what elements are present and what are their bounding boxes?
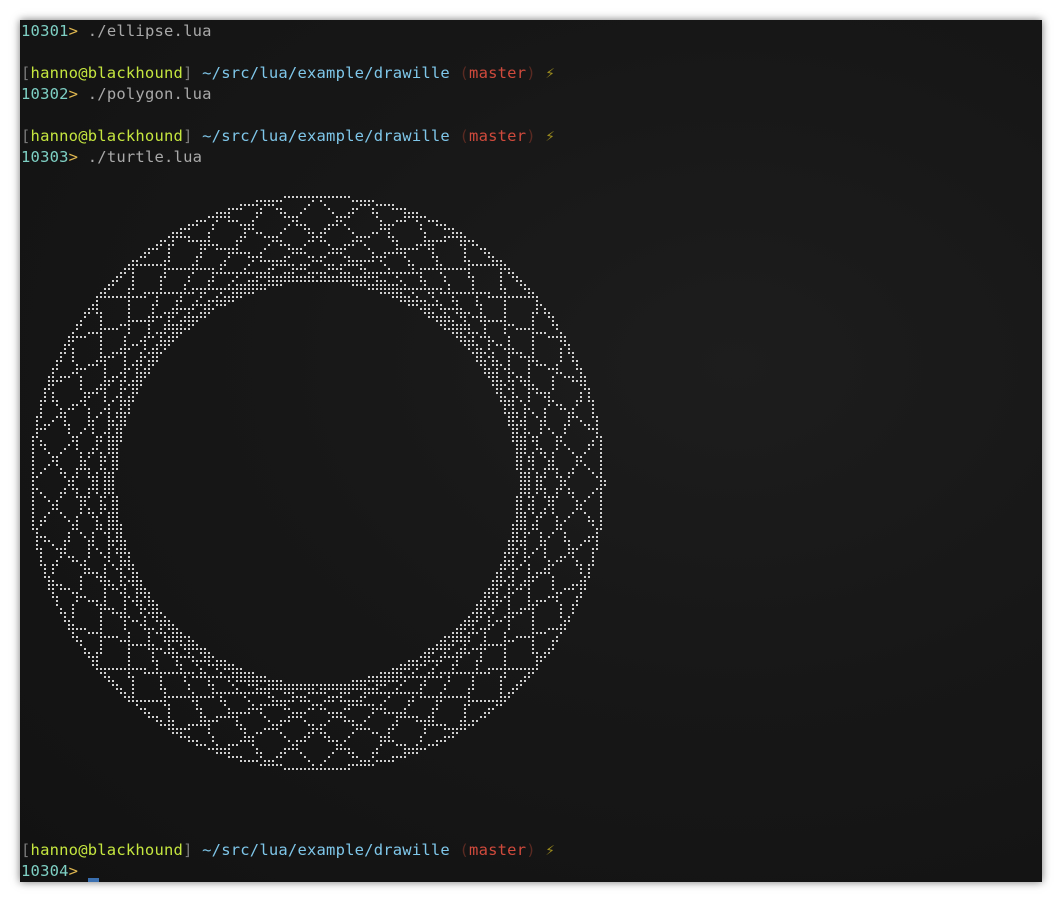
git-branch: master — [469, 841, 527, 859]
git-branch: master — [469, 64, 527, 82]
prompt-caret: > — [68, 22, 79, 40]
user-host: hanno@blackhound — [30, 127, 184, 145]
branch-paren-open: ( — [459, 841, 470, 859]
prompt-line: [hanno@blackhound] ~/src/lua/example/dra… — [21, 63, 555, 83]
working-directory: ~/src/lua/example/drawille — [192, 64, 460, 82]
current-input-line[interactable]: 10304> — [21, 861, 100, 882]
lightning-bolt-icon: ⚡ — [535, 127, 555, 145]
history-line-turtle: 10303> ./turtle.lua — [21, 147, 202, 167]
prompt-caret: > — [68, 862, 79, 880]
working-directory: ~/src/lua/example/drawille — [192, 841, 460, 859]
git-branch: master — [469, 127, 527, 145]
prompt-line: [hanno@blackhound] ~/src/lua/example/dra… — [21, 126, 555, 146]
user-host: hanno@blackhound — [30, 841, 184, 859]
terminal-window[interactable]: 10301> ./ellipse.lua [hanno@blackhound] … — [20, 20, 1042, 882]
history-number: 10301 — [21, 22, 69, 40]
text-cursor — [88, 878, 100, 882]
prompt-bracket-close: ] — [183, 64, 193, 82]
prompt-bracket-close: ] — [183, 127, 193, 145]
user-host: hanno@blackhound — [30, 64, 184, 82]
branch-paren-close: ) — [526, 127, 536, 145]
branch-paren-close: ) — [526, 64, 536, 82]
working-directory: ~/src/lua/example/drawille — [192, 127, 460, 145]
history-number: 10303 — [21, 148, 69, 166]
history-number: 10304 — [21, 862, 69, 880]
command-text: ./turtle.lua — [78, 148, 203, 166]
drawing-dot-path — [32, 196, 606, 770]
lightning-bolt-icon: ⚡ — [535, 841, 555, 859]
history-line-ellipse: 10301> ./ellipse.lua — [21, 21, 212, 41]
drawing-dots — [32, 196, 606, 770]
prompt-caret: > — [68, 85, 79, 103]
history-number: 10302 — [21, 85, 69, 103]
prompt-line: [hanno@blackhound] ~/src/lua/example/dra… — [21, 840, 555, 860]
branch-paren-close: ) — [526, 841, 536, 859]
lightning-bolt-icon: ⚡ — [535, 64, 555, 82]
history-line-polygon: 10302> ./polygon.lua — [21, 84, 212, 104]
branch-paren-open: ( — [459, 127, 470, 145]
prompt-bracket-open: [ — [21, 127, 31, 145]
prompt-caret: > — [68, 148, 79, 166]
prompt-bracket-open: [ — [21, 841, 31, 859]
command-text: ./polygon.lua — [78, 85, 212, 103]
command-text: ./ellipse.lua — [78, 22, 212, 40]
prompt-bracket-close: ] — [183, 841, 193, 859]
branch-paren-open: ( — [459, 64, 470, 82]
prompt-bracket-open: [ — [21, 64, 31, 82]
